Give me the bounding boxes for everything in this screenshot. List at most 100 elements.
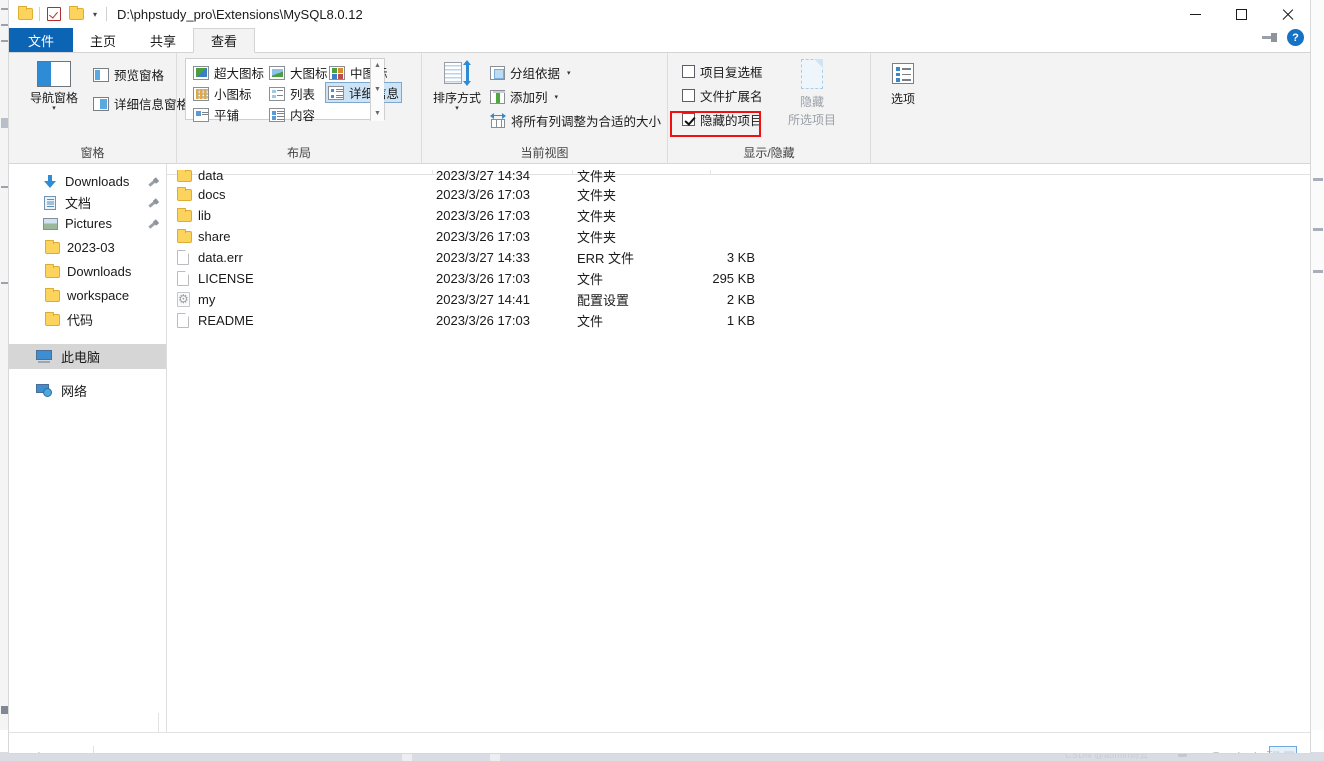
- new-folder-icon[interactable]: [65, 3, 87, 25]
- checkbox-red-icon[interactable]: [43, 3, 65, 25]
- minimize-button[interactable]: [1172, 0, 1218, 28]
- pin-ribbon-icon[interactable]: [1262, 31, 1278, 45]
- file-date: 2023/3/26 17:03: [436, 271, 530, 286]
- details-pane-icon: [93, 96, 109, 111]
- scroll-down-icon[interactable]: ▼: [374, 86, 381, 94]
- size-all-columns-button[interactable]: 将所有列调整为合适的大小: [490, 111, 661, 130]
- add-column-button[interactable]: 添加列 ▾: [490, 87, 558, 106]
- sidebar-item-code[interactable]: 代码: [9, 309, 166, 330]
- tab-view[interactable]: 查看: [193, 28, 256, 53]
- scroll-up-icon[interactable]: ▲: [374, 62, 381, 70]
- table-row[interactable]: LICENSE 2023/3/26 17:03 文件 295 KB: [167, 268, 1310, 289]
- tab-file[interactable]: 文件: [9, 28, 74, 52]
- file-name: lib: [198, 208, 212, 223]
- sidebar-item-downloads-folder[interactable]: Downloads: [9, 261, 166, 282]
- file-name: share: [198, 229, 231, 244]
- file-icon: [177, 250, 189, 265]
- divider: [39, 7, 40, 21]
- options-button[interactable]: 选项: [883, 63, 923, 107]
- network-icon: [35, 384, 53, 397]
- checkbox-unchecked-icon[interactable]: [682, 89, 695, 102]
- view-label: 超大图标: [214, 67, 265, 81]
- sidebar-item-this-pc[interactable]: 此电脑: [9, 344, 166, 369]
- pin-icon[interactable]: [148, 177, 158, 187]
- config-file-icon: [177, 292, 190, 307]
- background-window-right-edge: [1310, 0, 1324, 730]
- ribbon-group-label-show-hide: 显示/隐藏: [743, 146, 795, 160]
- navigation-pane: Downloads 文档 Pictures 2023-03 Downloads …: [9, 164, 167, 732]
- ribbon-group-label-panes: 窗格: [80, 146, 105, 160]
- status-bar: 9 个项目 CSDN @admin码云: [9, 713, 1310, 753]
- sidebar-item-workspace[interactable]: workspace: [9, 285, 166, 306]
- tab-home[interactable]: 主页: [73, 28, 133, 52]
- sort-by-button[interactable]: 排序方式 ▾: [429, 60, 485, 112]
- pin-icon[interactable]: [148, 198, 158, 208]
- view-list[interactable]: 列表: [266, 83, 318, 104]
- navigation-pane-button[interactable]: 导航窗格 ▾: [23, 61, 85, 112]
- sidebar-item-documents[interactable]: 文档: [9, 192, 166, 213]
- help-icon[interactable]: ?: [1287, 29, 1304, 46]
- group-by-button[interactable]: 分组依据 ▾: [490, 63, 571, 82]
- extra-large-icons-icon: [193, 65, 209, 80]
- gallery-more-icon[interactable]: ▼: [374, 110, 381, 118]
- tab-share[interactable]: 共享: [133, 28, 193, 52]
- folder-icon: [43, 239, 61, 254]
- sidebar-item-network[interactable]: 网络: [9, 380, 166, 401]
- ribbon-group-layout: 超大图标 大图标 中图标 小图标 列表 平铺 内容 ▲ ▼ ▼ 布局: [177, 53, 422, 164]
- folder-icon[interactable]: [14, 3, 36, 25]
- view-large-icons[interactable]: 大图标: [266, 62, 331, 83]
- checkbox-checked-icon[interactable]: [682, 113, 695, 126]
- item-checkboxes-label: 项目复选框: [700, 66, 763, 80]
- maximize-button[interactable]: [1218, 0, 1264, 28]
- file-date: 2023/3/27 14:34: [436, 168, 530, 183]
- options-icon: [892, 63, 914, 84]
- sidebar-item-pictures[interactable]: Pictures: [9, 213, 166, 234]
- item-checkboxes-option[interactable]: 项目复选框: [682, 62, 763, 81]
- checkbox-unchecked-icon[interactable]: [682, 65, 695, 78]
- preview-pane-button[interactable]: 预览窗格: [93, 65, 164, 84]
- hide-selected-items-icon: [797, 59, 827, 91]
- pictures-icon: [41, 217, 59, 230]
- options-label: 选项: [890, 92, 915, 106]
- navigation-pane-icon: [37, 61, 71, 87]
- add-column-label: 添加列: [510, 91, 548, 105]
- divider: [158, 713, 159, 733]
- folder-icon: [177, 186, 192, 201]
- file-name: data: [198, 168, 224, 183]
- file-type: 文件: [577, 272, 604, 287]
- hide-selected-items-button[interactable]: 隐藏 所选项目: [781, 59, 843, 128]
- view-small-icons[interactable]: 小图标: [190, 83, 255, 104]
- view-label: 列表: [290, 88, 316, 102]
- table-row[interactable]: share 2023/3/26 17:03 文件夹: [167, 226, 1310, 247]
- pin-icon[interactable]: [148, 219, 158, 229]
- file-icon: [177, 271, 189, 286]
- ribbon-help-area: ?: [1262, 29, 1304, 46]
- sidebar-item-downloads-quick[interactable]: Downloads: [9, 171, 166, 192]
- table-row[interactable]: lib 2023/3/26 17:03 文件夹: [167, 205, 1310, 226]
- file-name-extensions-option[interactable]: 文件扩展名: [682, 86, 763, 105]
- file-type: 文件: [577, 314, 604, 329]
- ribbon-group-label-current-view: 当前视图: [520, 146, 569, 160]
- details-pane-button[interactable]: 详细信息窗格: [93, 94, 189, 113]
- content-view-icon: [269, 107, 285, 122]
- table-row[interactable]: README 2023/3/26 17:03 文件 1 KB: [167, 310, 1310, 331]
- folder-icon: [43, 311, 61, 326]
- gallery-scrollbar[interactable]: ▲ ▼ ▼: [370, 59, 384, 121]
- sidebar-item-2023-03[interactable]: 2023-03: [9, 237, 166, 258]
- ribbon-group-label-options: [871, 146, 934, 164]
- hidden-items-option[interactable]: 隐藏的项目: [682, 110, 763, 129]
- table-row[interactable]: my 2023/3/27 14:41 配置设置 2 KB: [167, 289, 1310, 310]
- file-size: 1 KB: [726, 313, 755, 328]
- group-by-label: 分组依据: [510, 67, 561, 81]
- sort-by-icon: [444, 60, 471, 87]
- view-extra-large-icons[interactable]: 超大图标: [190, 62, 267, 83]
- file-name: my: [198, 292, 216, 307]
- view-details[interactable]: 详细信息: [325, 82, 403, 103]
- table-row[interactable]: data.err 2023/3/27 14:33 ERR 文件 3 KB: [167, 247, 1310, 268]
- view-tiles[interactable]: 平铺: [190, 104, 242, 125]
- close-button[interactable]: [1264, 0, 1310, 28]
- table-row[interactable]: docs 2023/3/26 17:03 文件夹: [167, 184, 1310, 205]
- chevron-down-icon[interactable]: ▾: [87, 3, 103, 25]
- view-content[interactable]: 内容: [266, 104, 318, 125]
- explorer-body: Downloads 文档 Pictures 2023-03 Downloads …: [9, 164, 1310, 732]
